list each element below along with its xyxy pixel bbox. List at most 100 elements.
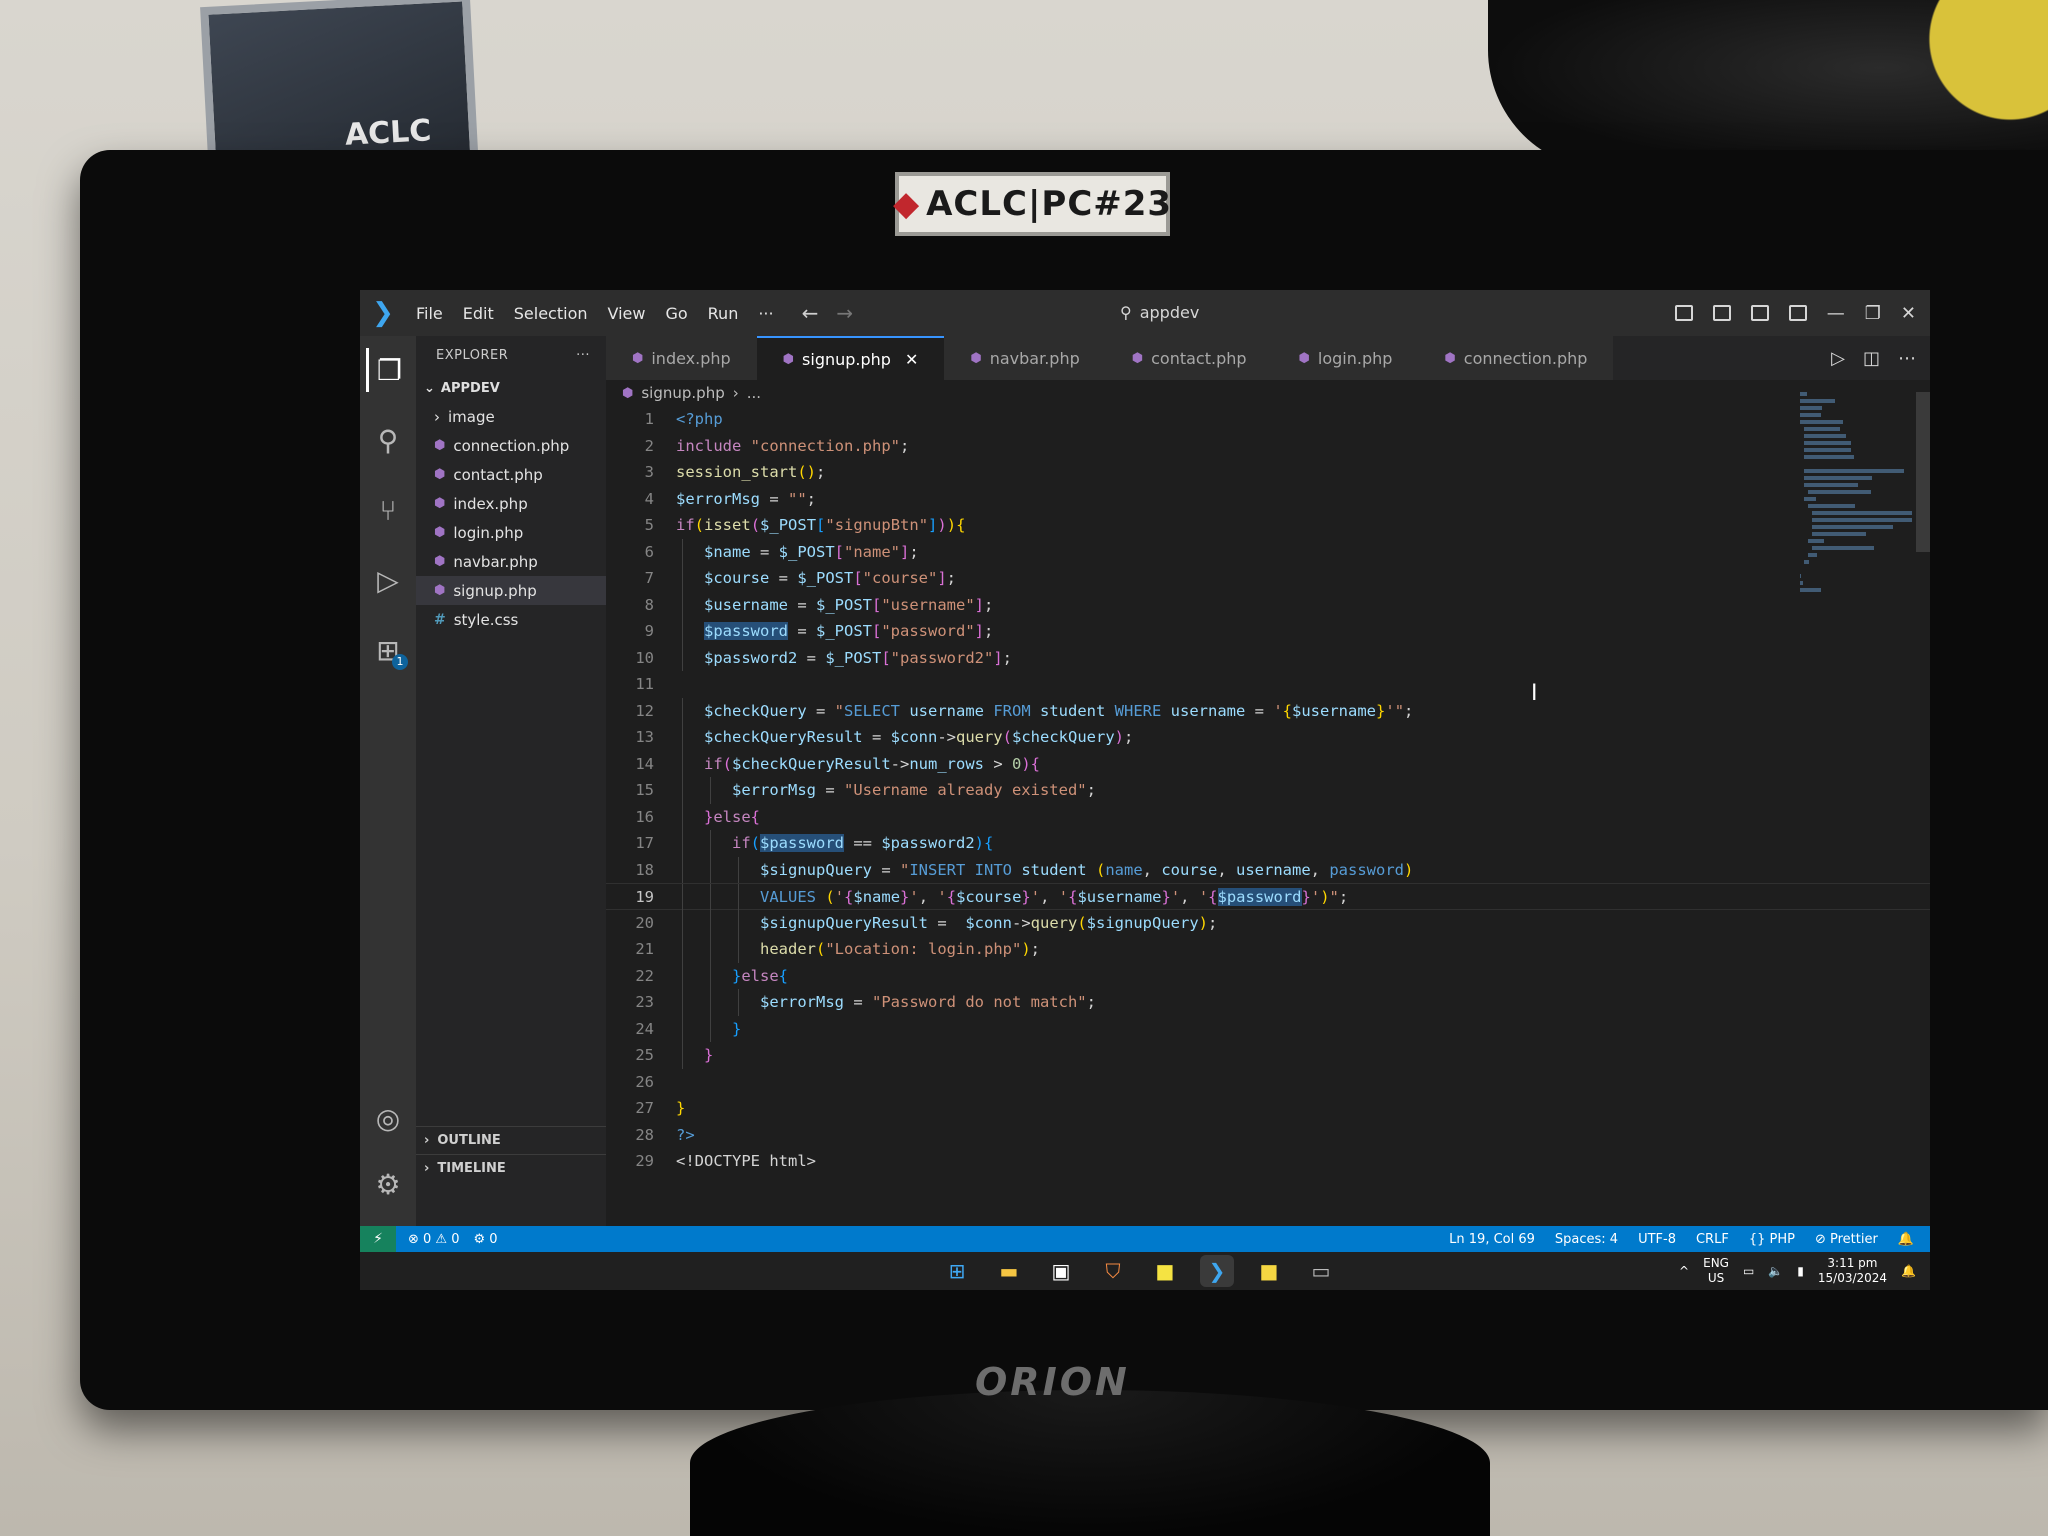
code-line: 29 <!DOCTYPE html> [606,1148,1930,1175]
code-text: <?php [676,410,723,428]
menu-item[interactable]: Edit [453,304,504,323]
remote-indicator[interactable]: ⚡ [360,1226,396,1252]
volume-icon[interactable]: 🔈 [1768,1264,1783,1278]
tab-close-icon[interactable]: ✕ [905,350,918,369]
breadcrumb-symbol[interactable]: ... [747,384,761,402]
chevron-up-icon[interactable]: ^ [1679,1264,1689,1278]
code-token: username [1161,701,1255,720]
code-token: $username [1077,888,1162,906]
workspace-folder[interactable]: ⌄ APPDEV [416,374,606,402]
command-center[interactable]: ⚲ appdev [1120,298,1420,326]
tree-item[interactable]: ⬢ index.php [416,489,606,518]
account-icon[interactable]: ◎ [366,1096,410,1140]
split-editor-icon[interactable]: ◫ [1863,348,1880,369]
close-icon[interactable]: ✕ [1901,303,1916,324]
file-explorer-icon[interactable]: ▬ [992,1255,1026,1287]
code-token: = [797,648,826,667]
menu-item[interactable]: Go [655,304,697,323]
timeline-section[interactable]: › TIMELINE [416,1154,606,1182]
notifications-bell-icon[interactable]: 🔔 [1898,1232,1914,1247]
editor-tab[interactable]: ⬢ login.php [1272,336,1419,380]
restore-icon[interactable]: ❐ [1865,303,1881,324]
code-token: session_start [676,463,798,481]
code-line: 18 $signupQuery = "INSERT INTO student (n… [606,856,1930,883]
notification-center-icon[interactable]: 🔔 [1901,1264,1916,1278]
search-view-icon[interactable]: ⚲ [366,418,410,462]
tree-item[interactable]: # style.css [416,605,606,634]
file-tree: › image ⬢ connection.php ⬢ contact.php ⬢ index.… [416,402,606,634]
breadcrumb-file[interactable]: signup.php [641,384,724,402]
editor-scrollbar[interactable] [1916,392,1930,552]
battery-icon[interactable]: ▮ [1797,1264,1804,1278]
tree-item[interactable]: ⬢ navbar.php [416,547,606,576]
menu-item[interactable]: Run [698,304,749,323]
ports-indicator[interactable]: ⚙ 0 [474,1232,498,1247]
code-editor[interactable]: 1 <?php 2 include "connection.php"; 3 session… [606,406,1930,1226]
editor-tab[interactable]: ⬢ navbar.php [944,336,1106,380]
explorer-more-icon[interactable]: ··· [576,348,590,363]
code-token: () [797,463,816,481]
brave-browser-icon[interactable]: ⛉ [1096,1255,1130,1287]
language-indicator[interactable]: ENG US [1703,1256,1729,1286]
screen: ❯ File Edit Selection View Go Run ··· ← → ⚲ ap… [360,290,1930,1290]
explorer-icon[interactable]: ❐ [366,348,410,392]
code-token: , [1142,860,1162,879]
outline-section[interactable]: › OUTLINE [416,1126,606,1154]
clock[interactable]: 3:11 pm 15/03/2024 [1818,1256,1887,1286]
code-token: } [900,888,910,906]
cursor-position[interactable]: Ln 19, Col 69 [1449,1232,1535,1247]
sticky-notes-icon[interactable]: ■ [1148,1255,1182,1287]
formatter[interactable]: ⊘ Prettier [1815,1232,1878,1247]
menu-item[interactable]: View [598,304,656,323]
end-of-line[interactable]: CRLF [1696,1232,1729,1247]
toggle-sidebar-icon[interactable] [1674,305,1693,321]
run-file-icon[interactable]: ▷ [1831,348,1845,369]
code-token: } [704,1046,714,1064]
editor-tab[interactable]: ⬢ signup.php ✕ [756,336,945,380]
tree-item[interactable]: ⬢ connection.php [416,431,606,460]
code-line: 28 ?> [606,1122,1930,1149]
tree-item[interactable]: ⬢ signup.php [416,576,606,605]
editor-tab[interactable]: ⬢ contact.php [1105,336,1273,380]
forward-arrow-icon[interactable]: → [836,301,853,325]
problems-indicator[interactable]: ⊗ 0 ⚠ 0 [408,1232,460,1247]
code-token: ) [1021,754,1031,773]
menu-item[interactable]: File [406,304,453,323]
code-text: header("Location: login.php"); [676,940,1040,958]
back-arrow-icon[interactable]: ← [802,301,819,325]
menu-item[interactable]: Selection [504,304,598,323]
outline-label: OUTLINE [437,1133,501,1148]
source-control-icon[interactable]: ⑂ [366,488,410,532]
vscode-taskbar-icon[interactable]: ❯ [1200,1255,1234,1287]
network-icon[interactable]: ▭ [1743,1264,1754,1278]
store-icon[interactable]: ▣ [1044,1255,1078,1287]
minimap-line [1800,574,1802,578]
minimap[interactable] [1800,392,1912,592]
indentation[interactable]: Spaces: 4 [1555,1232,1618,1247]
language-mode[interactable]: {} PHP [1749,1232,1795,1247]
tree-item[interactable]: ⬢ contact.php [416,460,606,489]
toggle-secondary-sidebar-icon[interactable] [1750,305,1769,321]
code-token: isset [704,516,751,534]
menu-item[interactable]: ··· [748,304,783,323]
notes-icon[interactable]: ■ [1252,1255,1286,1287]
terminal-icon[interactable]: ▭ [1304,1255,1338,1287]
minimize-icon[interactable]: — [1827,303,1845,324]
settings-gear-icon[interactable]: ⚙ [366,1162,410,1206]
editor-more-icon[interactable]: ⋯ [1898,348,1916,369]
tree-item[interactable]: ⬢ login.php [416,518,606,547]
code-token: include [676,436,742,455]
tree-item[interactable]: › image [416,402,606,431]
code-token: $checkQuery [1012,728,1115,746]
customize-layout-icon[interactable] [1788,305,1807,321]
editor-tab[interactable]: ⬢ index.php [606,336,757,380]
extensions-icon[interactable]: ⊞ 1 [366,628,410,672]
indent-guide [682,697,683,724]
code-token: $conn [890,728,938,746]
editor-tab[interactable]: ⬢ connection.php [1418,336,1614,380]
code-text: <!DOCTYPE html> [676,1152,816,1170]
run-debug-icon[interactable]: ▷ [366,558,410,602]
start-windows-icon[interactable]: ⊞ [940,1255,974,1287]
toggle-panel-icon[interactable] [1712,305,1731,321]
encoding[interactable]: UTF-8 [1638,1232,1676,1247]
